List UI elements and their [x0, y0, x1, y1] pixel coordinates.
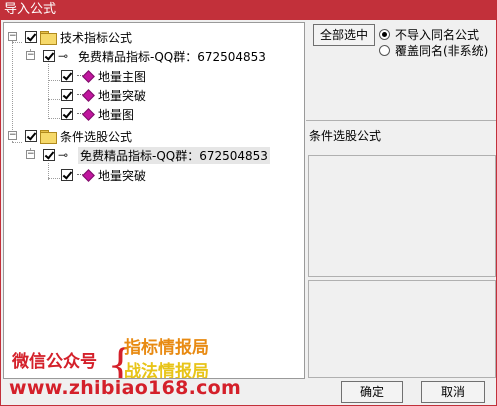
tree-guide-line	[48, 64, 49, 119]
tree-node-label: 免费精品指标-QQ群：672504853	[78, 146, 270, 164]
brand-name-2: 战法情报局	[124, 362, 209, 379]
formula-name: 地量主图	[98, 69, 147, 84]
window-title: 导入公式	[0, 0, 497, 20]
tree-guide-line	[12, 37, 13, 142]
tree-guide-line	[12, 142, 22, 143]
checkbox-free-indicators-2[interactable]	[43, 149, 55, 161]
collapse-toggle-icon[interactable]: −	[8, 32, 17, 41]
checkbox-tech-indicators[interactable]	[25, 31, 37, 43]
checkbox-stock-selection[interactable]	[25, 130, 37, 142]
collapse-toggle-icon[interactable]: −	[8, 131, 17, 140]
radio-label: 覆盖同名(非系统)	[395, 43, 489, 58]
tree-guide-line	[12, 42, 22, 43]
collapse-toggle-icon[interactable]: −	[26, 51, 35, 60]
brand-name-1: 指标情报局	[124, 338, 209, 358]
formula-name: 地量图	[98, 107, 135, 122]
tree-node-free-indicators-2[interactable]: ⊸ 免费精品指标-QQ群：672504853	[43, 146, 270, 164]
formula-icon	[76, 70, 94, 82]
dialog-body: − 技术指标公式 − ⊸ 免费精品指标-QQ群：672504853 地量主图 地…	[0, 20, 497, 406]
tree-guide-line	[48, 99, 62, 100]
checkbox-formula[interactable]	[61, 89, 73, 101]
formula-icon	[76, 89, 94, 101]
checkbox-free-indicators[interactable]	[43, 50, 55, 62]
checkbox-formula[interactable]	[61, 108, 73, 120]
radio-skip-duplicates[interactable]: 不导入同名公式	[379, 26, 479, 42]
tree-item-formula[interactable]: 地量图	[61, 105, 134, 123]
checkbox-formula[interactable]	[61, 70, 73, 82]
formula-tree[interactable]: − 技术指标公式 − ⊸ 免费精品指标-QQ群：672504853 地量主图 地…	[3, 22, 305, 379]
formula-name: 地量突破	[98, 168, 147, 183]
formula-name: 地量突破	[98, 88, 147, 103]
tree-node-tech-indicators[interactable]: 技术指标公式	[25, 28, 132, 46]
tree-guide-line	[48, 178, 62, 179]
folder-icon	[40, 130, 57, 144]
detail-panel	[308, 280, 496, 378]
radio-dot-selected-icon[interactable]	[379, 28, 390, 40]
select-all-button[interactable]: 全部选中	[313, 24, 375, 46]
formula-icon	[76, 108, 94, 120]
wechat-label: 微信公众号	[12, 352, 97, 372]
tree-item-formula[interactable]: 地量突破	[61, 86, 146, 104]
tree-node-label: 条件选股公式	[60, 129, 133, 144]
tree-item-formula[interactable]: 地量主图	[61, 67, 146, 85]
tree-item-formula[interactable]: 地量突破	[61, 166, 146, 184]
cancel-button[interactable]: 取消	[421, 381, 485, 403]
description-label: 条件选股公式	[309, 129, 382, 143]
tree-guide-line	[48, 80, 62, 81]
radio-overwrite-duplicates[interactable]: 覆盖同名(非系统)	[379, 42, 488, 58]
collapse-toggle-icon[interactable]: −	[26, 150, 35, 159]
tree-node-free-indicators[interactable]: ⊸ 免费精品指标-QQ群：672504853	[43, 47, 266, 65]
radio-label: 不导入同名公式	[395, 27, 480, 42]
description-panel	[308, 155, 496, 277]
key-icon: ⊸	[58, 148, 69, 162]
key-icon: ⊸	[58, 49, 69, 63]
checkbox-formula[interactable]	[61, 169, 73, 181]
ok-button[interactable]: 确定	[341, 381, 403, 403]
folder-icon	[40, 31, 57, 45]
watermark-url: www.zhibiao168.com	[9, 377, 242, 399]
divider	[306, 120, 496, 121]
tree-node-stock-selection[interactable]: 条件选股公式	[25, 127, 132, 145]
tree-node-label: 技术指标公式	[60, 30, 133, 45]
radio-dot-icon[interactable]	[379, 44, 390, 56]
tree-node-label: 免费精品指标-QQ群：672504853	[78, 49, 266, 64]
tree-guide-line	[48, 118, 62, 119]
formula-icon	[76, 169, 94, 181]
